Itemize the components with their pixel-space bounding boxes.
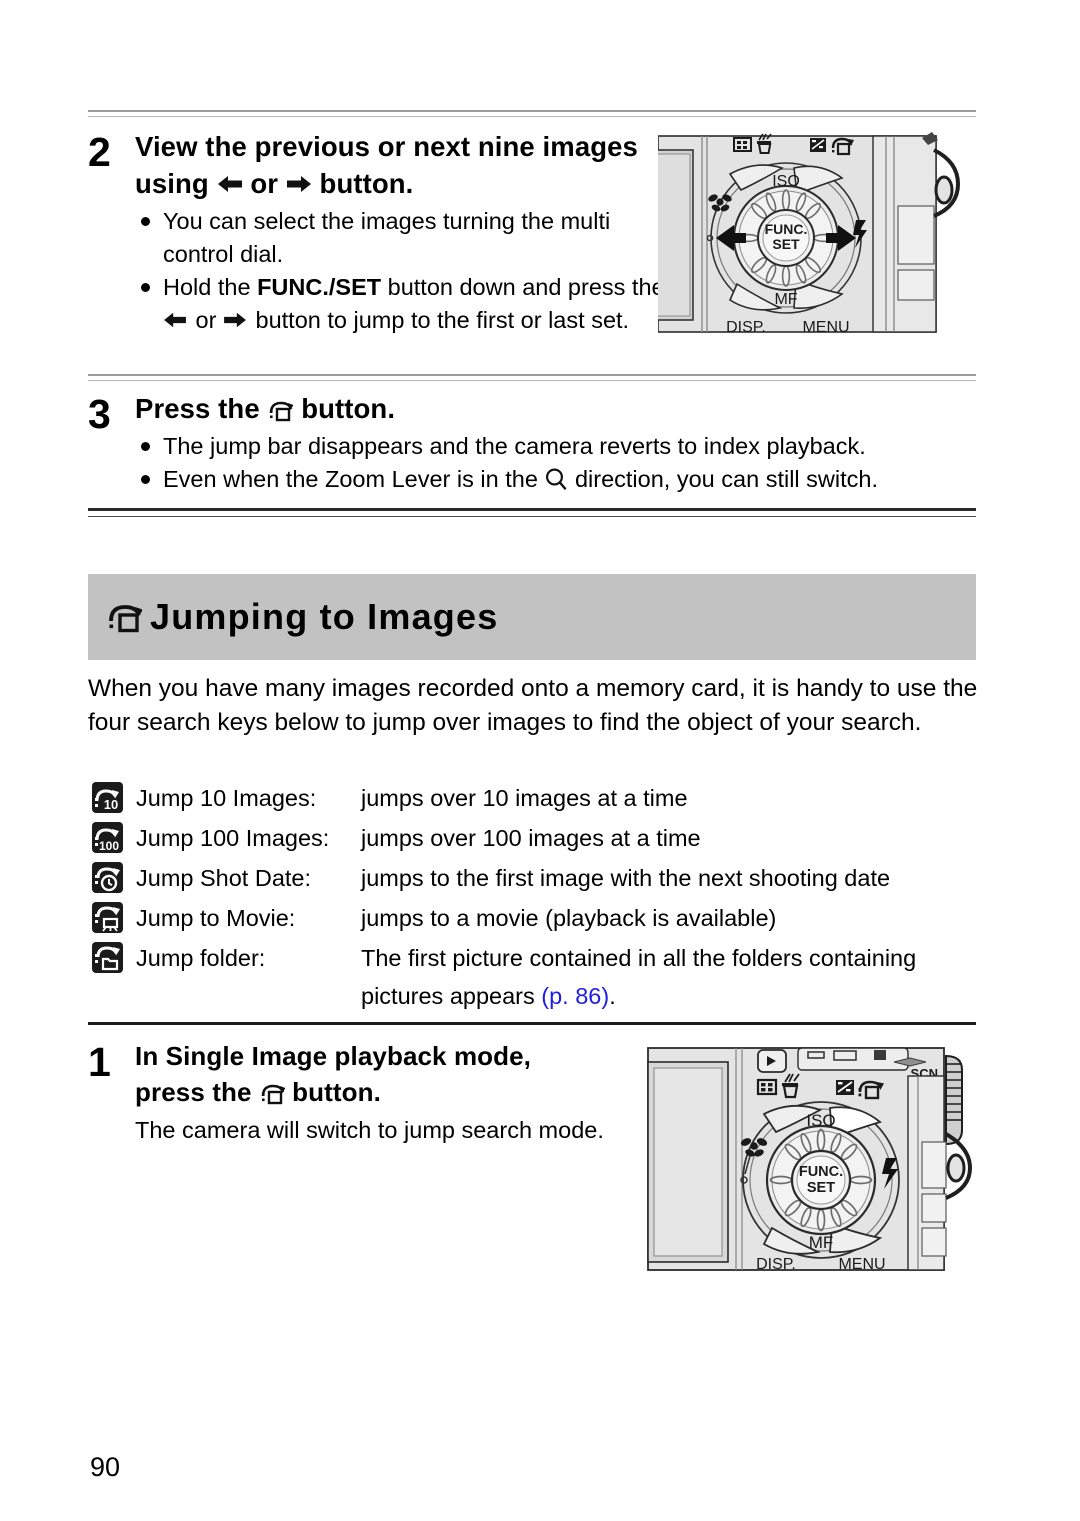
bullet-text-pre: Even when the Zoom Lever is in the (163, 466, 538, 492)
menu-label: MENU (838, 1256, 885, 1273)
set-label: SET (772, 236, 800, 252)
jump-modes-list: 10 Jump 10 Images: jumps over 10 images … (92, 778, 982, 1014)
step-2-number: 2 (88, 129, 111, 175)
step-1-heading-post: button. (292, 1077, 381, 1107)
set-label: SET (807, 1180, 835, 1196)
jump-icon (106, 600, 143, 634)
list-item: Jump folder: The first picture contained… (92, 938, 982, 1014)
iso-label: ISO (772, 173, 800, 190)
step-3-number: 3 (88, 391, 111, 437)
list-item-desc: jumps to a movie (playback is available) (361, 905, 777, 931)
svg-text:10: 10 (104, 797, 118, 812)
disp-label: DISP. (726, 319, 766, 336)
bullet-text-post: direction, you can still switch. (574, 466, 878, 492)
mf-label: MF (809, 1233, 834, 1252)
jump-icon (259, 1078, 286, 1105)
section-intro: When you have many images recorded onto … (88, 675, 978, 736)
page-number: 90 (90, 1452, 121, 1482)
func-label: FUNC. (765, 221, 808, 237)
list-item-desc-line1: The first picture contained in all the f… (361, 945, 917, 971)
step-1-heading-line1: In Single Image playback mode, (135, 1041, 532, 1071)
step-2-bullets: You can select the images turning the mu… (135, 205, 665, 337)
camera-back-controls-diagram: FUNC. SET ISO MF DISP. MENU (637, 128, 978, 340)
divider-after-step-3 (88, 508, 976, 517)
list-item-desc: jumps to the first image with the next s… (361, 865, 891, 891)
bullet-item: Hold the FUNC./SET button down and press… (135, 271, 665, 337)
divider-before-step-3 (88, 374, 976, 381)
iso-label: ISO (806, 1111, 835, 1130)
step-2-heading-tail: button. (319, 168, 414, 199)
list-item-label: Jump 10 Images: (136, 785, 317, 811)
arrow-left-icon (217, 167, 243, 192)
list-item-desc: The first picture contained in all the f… (361, 938, 982, 1014)
divider-top (88, 110, 976, 117)
func-set-bold-label: FUNC./SET (257, 274, 382, 300)
jump-to-movie-icon (92, 902, 123, 933)
step-1-heading-pre: press the (135, 1077, 252, 1107)
svg-text:100: 100 (99, 839, 119, 853)
mf-label: MF (774, 291, 797, 308)
step-3-heading: Press the button. (135, 390, 975, 427)
step-1-note: The camera will switch to jump search mo… (135, 1117, 604, 1143)
bullet-dot-icon (141, 283, 150, 292)
bullet-text-or: or (189, 307, 223, 333)
step-3-heading-post: button. (301, 393, 396, 424)
list-item-label: Jump 100 Images: (136, 825, 330, 851)
bullet-text-mid: button down and press the (381, 274, 665, 300)
bullet-dot-icon (141, 475, 150, 484)
func-label: FUNC. (799, 1164, 843, 1180)
step-1-heading-line2: press the button. (135, 1074, 645, 1110)
list-item-desc-line2: pictures appears (p. 86). (361, 978, 982, 1014)
section-title: Jumping to Images (150, 596, 499, 637)
arrow-right-icon (223, 306, 249, 328)
list-item: Jump Shot Date: jumps to the first image… (92, 858, 982, 898)
bullet-text-post: button to jump to the first or last set. (248, 307, 630, 333)
jump-folder-icon (92, 942, 123, 973)
jump-shot-date-icon (92, 862, 123, 893)
bullet-text: The jump bar disappears and the camera r… (163, 433, 866, 459)
list-item-label: Jump folder: (136, 945, 266, 971)
bullet-dot-icon (141, 442, 150, 451)
step-2-heading-or: or (250, 168, 279, 199)
jump-100-icon: 100 (92, 822, 123, 853)
step-2-heading: View the previous or next nine images us… (135, 128, 665, 202)
list-item: Jump to Movie: jumps to a movie (playbac… (92, 898, 982, 938)
list-item-label: Jump to Movie: (136, 905, 296, 931)
desc-cont-post: . (609, 983, 616, 1009)
menu-label: MENU (802, 319, 849, 336)
jump-icon (267, 394, 294, 422)
page-reference-link[interactable]: (p. 86) (541, 983, 609, 1009)
manual-page: 2 View the previous or next nine images … (0, 0, 1080, 1521)
list-item: 100 Jump 100 Images: jumps over 100 imag… (92, 818, 982, 858)
step-1-number: 1 (88, 1039, 111, 1085)
bullet-item: The jump bar disappears and the camera r… (135, 430, 975, 463)
step-3-heading-pre: Press the (135, 393, 260, 424)
bullet-item: Even when the Zoom Lever is in the direc… (135, 463, 975, 496)
camera-back-full-diagram: SCN FUNC. SET ISO MF DISP. MENU (646, 1036, 986, 1276)
list-item-desc: jumps over 10 images at a time (361, 785, 688, 811)
arrow-left-icon (163, 306, 189, 328)
arrow-right-icon (286, 167, 312, 192)
section-banner: Jumping to Images (88, 574, 976, 660)
disp-label: DISP. (756, 1256, 796, 1273)
bullet-text: You can select the images turning the mu… (163, 208, 611, 267)
bullet-item: You can select the images turning the mu… (135, 205, 665, 271)
divider-before-step-1 (88, 1022, 976, 1025)
list-item-desc: jumps over 100 images at a time (361, 825, 701, 851)
bullet-text-pre: Hold the (163, 274, 258, 300)
desc-cont-pre: pictures appears (361, 983, 542, 1009)
magnifier-icon (544, 467, 568, 491)
list-item: 10 Jump 10 Images: jumps over 10 images … (92, 778, 982, 818)
bullet-dot-icon (141, 217, 150, 226)
step-1-heading: In Single Image playback mode, press the… (135, 1038, 645, 1110)
step-3-bullets: The jump bar disappears and the camera r… (135, 430, 975, 496)
jump-10-icon: 10 (92, 782, 123, 813)
list-item-label: Jump Shot Date: (136, 865, 312, 891)
